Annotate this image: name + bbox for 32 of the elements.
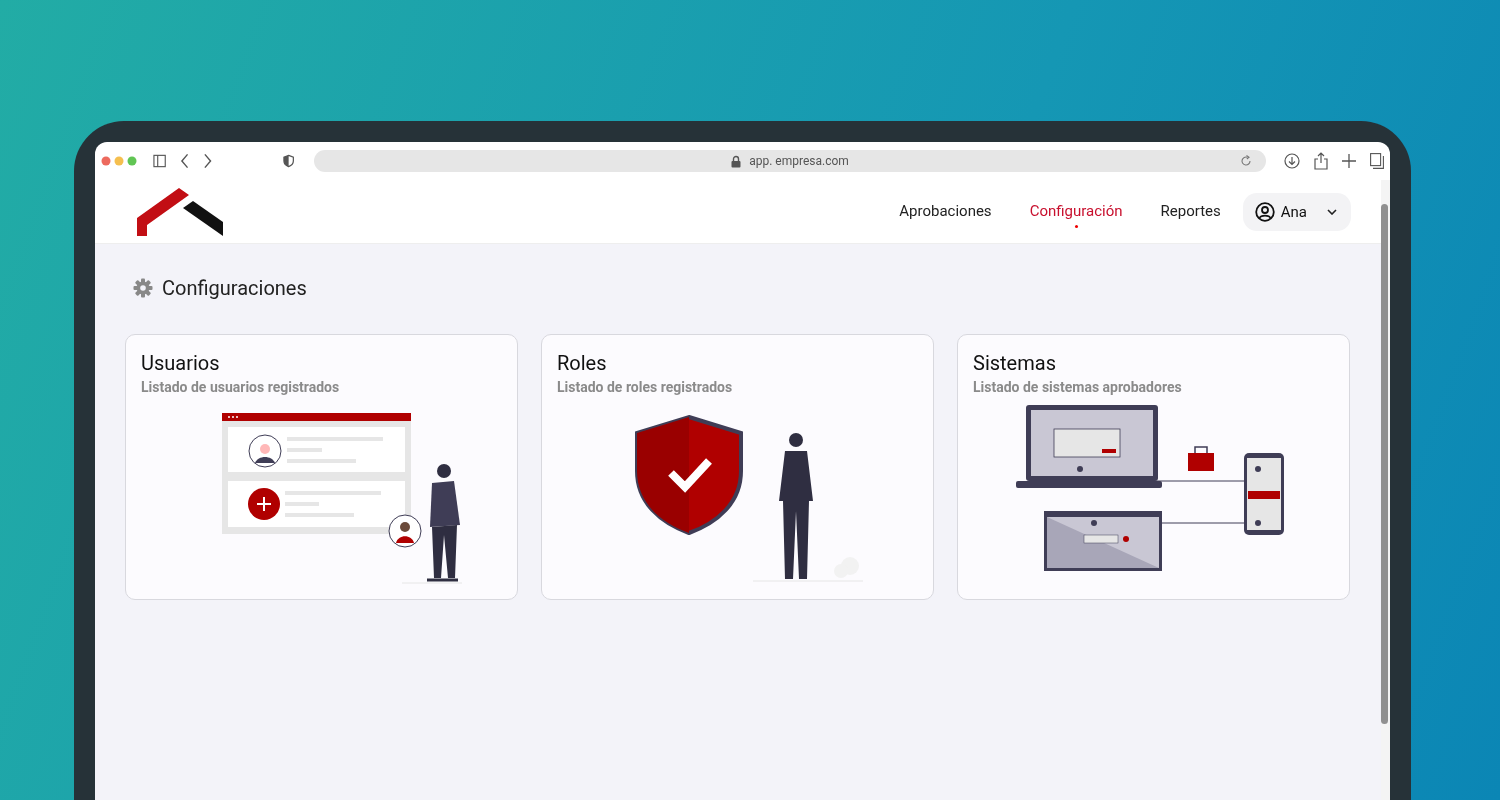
settings-card[interactable]: Usuarios Listado de usuarios registrados bbox=[125, 334, 518, 600]
reload-icon[interactable] bbox=[1240, 155, 1252, 167]
settings-card[interactable]: Roles Listado de roles registrados bbox=[541, 334, 934, 600]
gear-icon bbox=[133, 278, 153, 298]
window-controls-icon[interactable] bbox=[101, 156, 139, 166]
user-menu-button[interactable]: Ana bbox=[1242, 192, 1351, 231]
new-tab-icon[interactable] bbox=[1342, 154, 1356, 168]
share-icon[interactable] bbox=[1314, 152, 1328, 170]
card-title: Usuarios bbox=[141, 351, 221, 375]
card-subtitle: Listado de roles registrados bbox=[557, 379, 734, 395]
card-title: Roles bbox=[557, 351, 608, 375]
url-text: app. empresa.com bbox=[749, 154, 849, 168]
card-subtitle: Listado de usuarios registrados bbox=[141, 379, 341, 395]
user-icon bbox=[1254, 201, 1275, 222]
shield-icon[interactable] bbox=[282, 154, 294, 168]
scrollbar[interactable] bbox=[1381, 180, 1390, 800]
nav-link[interactable]: Aprobaciones bbox=[899, 193, 992, 230]
address-bar[interactable]: app. empresa.com bbox=[314, 150, 1266, 172]
forward-icon[interactable] bbox=[203, 153, 213, 169]
download-icon[interactable] bbox=[1284, 153, 1300, 169]
card-subtitle: Listado de sistemas aprobadores bbox=[973, 379, 1183, 395]
nav-link[interactable]: Configuración bbox=[1029, 193, 1123, 230]
settings-card[interactable]: Sistemas Listado de sistemas aprobadores bbox=[957, 334, 1350, 600]
caret-icon bbox=[1327, 208, 1337, 215]
logo-icon bbox=[137, 187, 223, 236]
sidebar-icon[interactable] bbox=[152, 154, 166, 168]
back-icon[interactable] bbox=[179, 153, 190, 169]
card-title: Sistemas bbox=[973, 351, 1057, 375]
page-title: Configuraciones bbox=[162, 276, 307, 300]
lock-icon bbox=[731, 154, 742, 168]
tabs-icon[interactable] bbox=[1370, 153, 1384, 169]
nav-link[interactable]: Reportes bbox=[1160, 193, 1221, 230]
